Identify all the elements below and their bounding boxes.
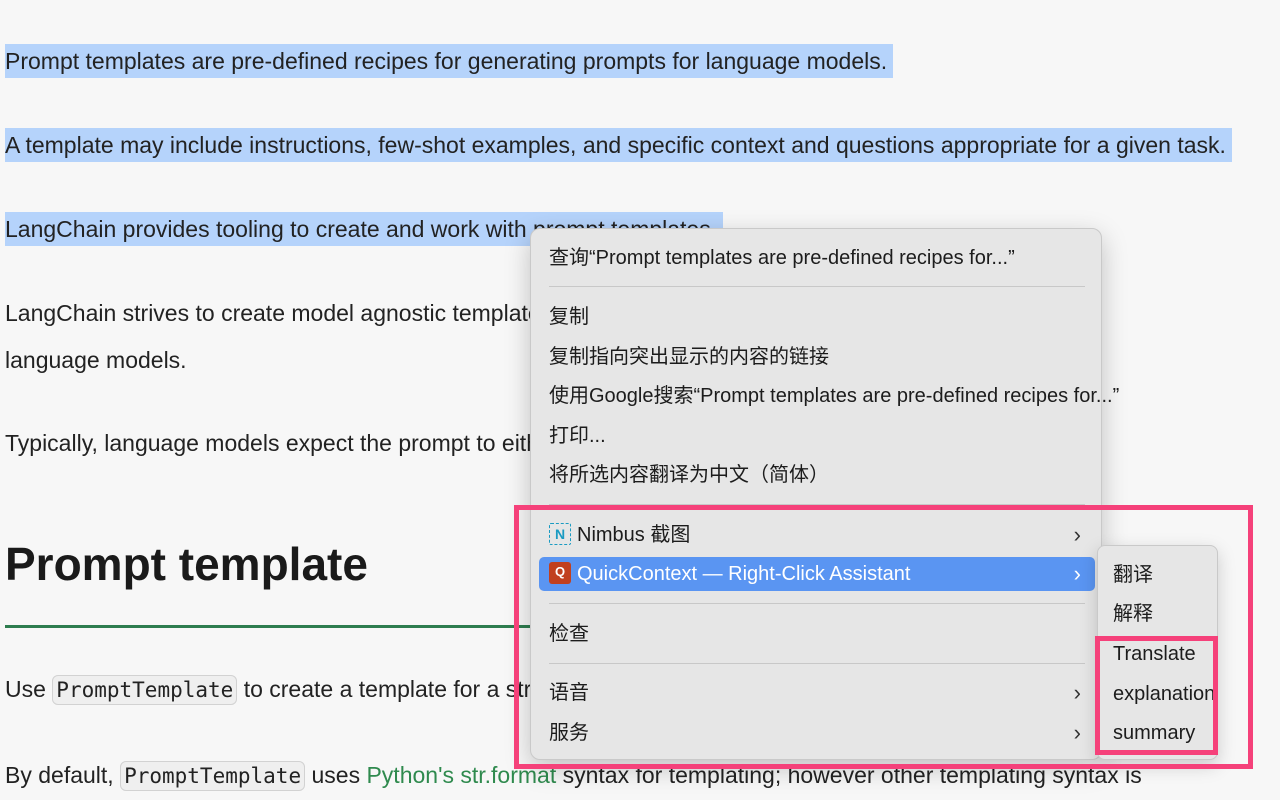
selected-text: Prompt templates are pre-defined recipes… [5, 44, 894, 78]
menu-separator [549, 286, 1085, 287]
paragraph-2: A template may include instructions, few… [5, 128, 1232, 162]
paragraph-6: Use PromptTemplate to create a template … [5, 672, 602, 707]
menu-item-search-google[interactable]: 使用Google搜索“Prompt templates are pre-defi… [539, 379, 1119, 413]
menu-item-label: 打印... [549, 425, 606, 447]
text-run: uses [305, 762, 367, 788]
menu-item-copy[interactable]: 复制 [539, 300, 1095, 334]
menu-item-print[interactable]: 打印... [539, 419, 1095, 453]
menu-item-label: 复制 [549, 306, 589, 328]
menu-item-label: 将所选内容翻译为中文（简体） [549, 464, 829, 486]
paragraph-4-line-1: LangChain strives to create model agnost… [5, 300, 604, 326]
paragraph-1: Prompt templates are pre-defined recipes… [5, 44, 894, 78]
inline-code: PromptTemplate [52, 675, 238, 705]
inline-code: PromptTemplate [120, 761, 306, 791]
text-run: By default, [5, 762, 121, 788]
section-heading: Prompt template [5, 538, 368, 590]
paragraph-4-line-2: language models. [5, 347, 187, 373]
menu-item-label: 查询“Prompt templates are pre-defined reci… [549, 247, 1015, 269]
menu-item-copy-link-to-highlight[interactable]: 复制指向突出显示的内容的链接 [539, 340, 1095, 374]
selected-text: A template may include instructions, few… [5, 128, 1232, 162]
paragraph-5: Typically, language models expect the pr… [5, 430, 592, 456]
annotation-box-inner [1095, 636, 1218, 755]
menu-item-label: 复制指向突出显示的内容的链接 [549, 346, 829, 368]
menu-item-lookup[interactable]: 查询“Prompt templates are pre-defined reci… [539, 241, 1095, 275]
heading-divider [5, 625, 565, 628]
menu-item-translate-selection[interactable]: 将所选内容翻译为中文（简体） [539, 458, 1095, 492]
text-run: Use [5, 676, 53, 702]
menu-item-label: 使用Google搜索“Prompt templates are pre-defi… [549, 385, 1120, 407]
